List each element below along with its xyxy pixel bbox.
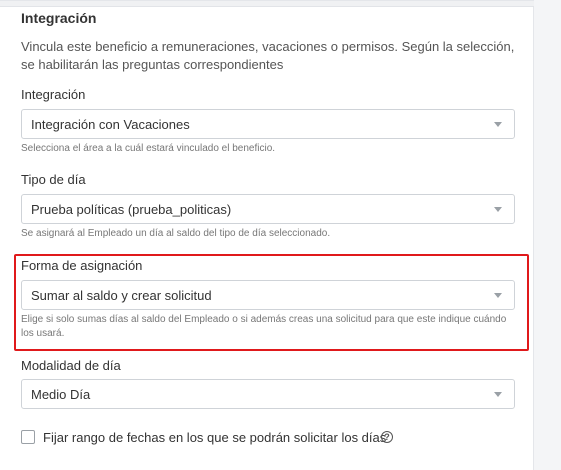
integracion-select-value: Integración con Vacaciones [31, 116, 190, 132]
integracion-select[interactable]: Integración con Vacaciones [21, 109, 515, 139]
modalidad-dia-select-value: Medio Día [31, 386, 91, 402]
integracion-help: Selecciona el área a la cuál estará vinc… [21, 143, 276, 154]
fijar-rango-label[interactable]: Fijar rango de fechas en los que se podr… [43, 430, 386, 445]
tipo-dia-help: Se asignará al Empleado un día al saldo … [21, 228, 331, 239]
tipo-dia-label: Tipo de día [21, 172, 86, 187]
forma-asignacion-help: Elige si solo sumas días al saldo del Em… [21, 314, 507, 339]
tipo-dia-select[interactable]: Prueba políticas (prueba_politicas) [21, 194, 515, 224]
section-description: Vincula este beneficio a remuneraciones,… [21, 39, 515, 72]
forma-asignacion-select[interactable]: Sumar al saldo y crear solicitud [21, 280, 515, 310]
chevron-down-icon [494, 293, 502, 298]
modalidad-dia-label: Modalidad de día [21, 358, 121, 373]
forma-asignacion-select-value: Sumar al saldo y crear solicitud [31, 287, 212, 303]
question-circle-icon[interactable]: ? [381, 431, 393, 443]
chevron-down-icon [494, 392, 502, 397]
tipo-dia-select-value: Prueba políticas (prueba_politicas) [31, 201, 232, 217]
integracion-label: Integración [21, 87, 86, 102]
section-title: Integración [21, 10, 97, 26]
modalidad-dia-select[interactable]: Medio Día [21, 379, 515, 409]
fijar-rango-checkbox[interactable] [21, 430, 35, 444]
forma-asignacion-label: Forma de asignación [21, 258, 143, 273]
chevron-down-icon [494, 122, 502, 127]
chevron-down-icon [494, 207, 502, 212]
integration-panel: Integración Vincula este beneficio a rem… [0, 0, 534, 470]
panel-top-divider [0, 1, 534, 7]
